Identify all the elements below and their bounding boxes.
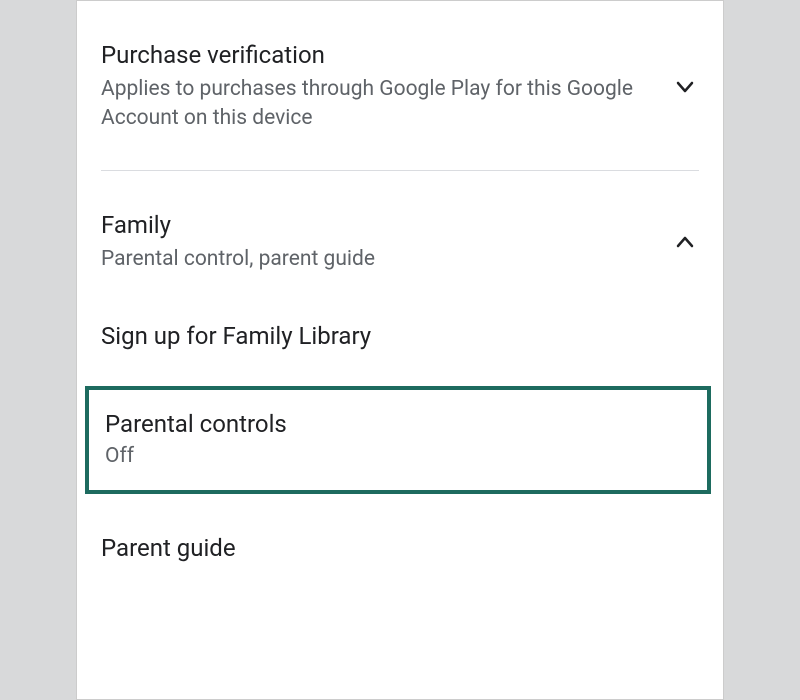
parental-controls-title: Parental controls xyxy=(105,410,691,438)
chevron-down-icon xyxy=(671,73,699,101)
parent-guide-title: Parent guide xyxy=(101,534,699,562)
family-title: Family xyxy=(101,211,655,239)
settings-panel: Purchase verification Applies to purchas… xyxy=(76,0,724,700)
family-section[interactable]: Family Parental control, parent guide xyxy=(77,171,723,274)
parental-controls-status: Off xyxy=(105,444,691,468)
chevron-up-icon xyxy=(671,228,699,256)
purchase-verification-section[interactable]: Purchase verification Applies to purchas… xyxy=(77,1,723,170)
signup-family-library-item[interactable]: Sign up for Family Library xyxy=(77,274,723,386)
purchase-verification-title: Purchase verification xyxy=(101,41,655,69)
purchase-verification-subtitle: Applies to purchases through Google Play… xyxy=(101,75,655,134)
signup-family-library-title: Sign up for Family Library xyxy=(101,322,699,350)
family-subtitle: Parental control, parent guide xyxy=(101,245,655,274)
parental-controls-item[interactable]: Parental controls Off xyxy=(85,386,711,494)
parent-guide-item[interactable]: Parent guide xyxy=(77,494,723,594)
